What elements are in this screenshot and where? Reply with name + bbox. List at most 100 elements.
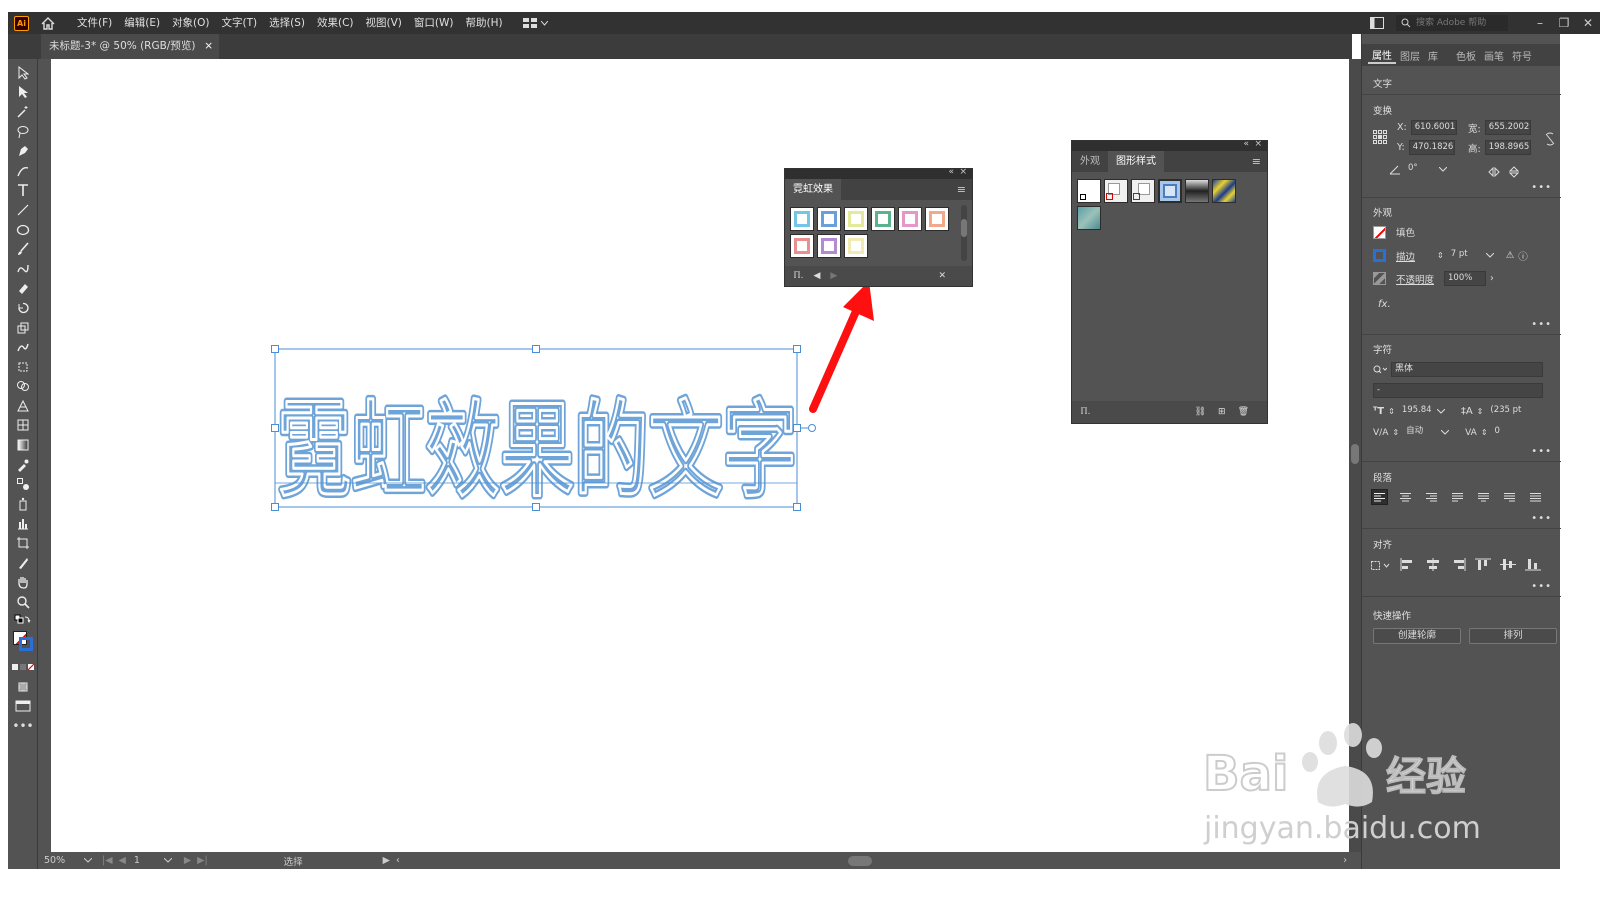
tracking-input[interactable]: 0 <box>1492 425 1528 440</box>
shape-builder-tool[interactable] <box>8 377 38 397</box>
zoom-level[interactable]: 50% <box>44 855 84 866</box>
stroke-color-swatch[interactable] <box>1373 249 1386 262</box>
magic-wand-tool[interactable] <box>8 102 38 122</box>
selection-tool[interactable] <box>8 63 38 83</box>
character-more-options[interactable]: ••• <box>1531 446 1552 457</box>
mesh-tool[interactable] <box>8 416 38 436</box>
menu-object[interactable]: 对象(O) <box>166 12 215 34</box>
scale-tool[interactable] <box>8 318 38 338</box>
reference-point-icon[interactable] <box>1373 130 1387 144</box>
fill-stroke-swatch[interactable] <box>8 631 37 652</box>
font-size-stepper[interactable]: ⇕ <box>1388 407 1395 416</box>
flip-horizontal-icon[interactable] <box>1488 167 1500 177</box>
eyedropper-tool[interactable] <box>8 455 38 475</box>
neon-swatch[interactable] <box>898 207 922 231</box>
tab-swatches[interactable]: 色板 <box>1452 48 1480 63</box>
paintbrush-tool[interactable] <box>8 239 38 259</box>
stroke-weight-stepper[interactable]: ⇕ <box>1437 251 1444 260</box>
neon-swatch[interactable] <box>925 207 949 231</box>
resize-handle[interactable] <box>793 424 801 432</box>
zoom-tool[interactable] <box>8 592 38 612</box>
tab-brushes[interactable]: 画笔 <box>1480 48 1508 63</box>
close-window-button[interactable]: ✕ <box>1576 12 1600 34</box>
align-top-edges-icon[interactable] <box>1475 558 1491 571</box>
font-size-input[interactable]: 195.84 <box>1399 404 1433 419</box>
shaper-tool[interactable] <box>8 259 38 279</box>
resize-handle[interactable] <box>532 503 540 511</box>
justify-center-button[interactable] <box>1475 489 1492 505</box>
menu-help[interactable]: 帮助(H) <box>460 12 509 34</box>
pen-tool[interactable] <box>8 141 38 161</box>
graphic-style-3[interactable] <box>1131 179 1155 203</box>
menu-type[interactable]: 文字(T) <box>216 12 264 34</box>
hand-tool[interactable] <box>8 572 38 592</box>
flip-vertical-icon[interactable] <box>1509 166 1519 178</box>
text-threading-port[interactable] <box>808 424 816 432</box>
scrollbar-thumb[interactable] <box>1351 444 1359 464</box>
home-icon[interactable] <box>39 15 57 31</box>
close-panel-button[interactable]: × <box>1254 139 1262 149</box>
panel-menu-icon[interactable]: ≡ <box>1252 155 1261 168</box>
neon-swatch[interactable] <box>817 207 841 231</box>
line-tool[interactable] <box>8 200 38 220</box>
screen-mode-icon[interactable] <box>8 696 38 716</box>
status-menu-arrow[interactable]: ▶ <box>383 855 390 866</box>
chevron-down-icon[interactable] <box>1441 430 1450 435</box>
type-tool[interactable] <box>8 181 38 201</box>
height-input[interactable]: 198.8965 <box>1484 140 1531 155</box>
chevron-down-icon[interactable] <box>1436 409 1445 414</box>
tab-neon-effects[interactable]: 霓虹效果 <box>785 179 841 200</box>
menu-edit[interactable]: 编辑(E) <box>118 12 166 34</box>
draw-mode-icon[interactable] <box>8 677 38 697</box>
last-artboard-icon[interactable]: ▶| <box>197 855 208 866</box>
create-outlines-button[interactable]: 创建轮廓 <box>1373 628 1461 644</box>
ellipse-tool[interactable] <box>8 220 38 240</box>
tab-graphic-styles[interactable]: 图形样式 <box>1108 151 1164 172</box>
y-position-input[interactable]: 470.1826 <box>1408 140 1455 155</box>
appearance-more-options[interactable]: ••• <box>1531 319 1552 330</box>
align-left-edges-icon[interactable] <box>1400 558 1416 571</box>
menu-file[interactable]: 文件(F) <box>71 12 118 34</box>
font-search-icon[interactable] <box>1373 365 1387 375</box>
opacity-input[interactable]: 100% <box>1444 271 1487 286</box>
align-more-options[interactable]: ••• <box>1531 581 1552 592</box>
align-right-button[interactable] <box>1423 489 1440 505</box>
tab-libraries[interactable]: 库 <box>1424 48 1442 63</box>
scroll-left-arrow[interactable]: ‹ <box>396 855 400 866</box>
align-bottom-edges-icon[interactable] <box>1525 558 1541 571</box>
constrain-proportions-icon[interactable] <box>1544 132 1556 146</box>
rotation-input[interactable]: 0° <box>1405 162 1435 177</box>
blend-tool[interactable] <box>8 474 38 494</box>
document-tab[interactable]: 未标题-3* @ 50% (RGB/预览) × <box>41 34 219 59</box>
lasso-tool[interactable] <box>8 122 38 142</box>
resize-handle[interactable] <box>793 345 801 353</box>
slice-tool[interactable] <box>8 553 38 573</box>
opacity-label[interactable]: 不透明度 <box>1396 272 1434 286</box>
tab-symbols[interactable]: 符号 <box>1508 48 1536 63</box>
prev-artboard-icon[interactable]: ◀ <box>119 855 126 866</box>
break-link-icon[interactable]: ⛓ <box>1195 407 1206 417</box>
color-mode-icons[interactable] <box>8 657 38 677</box>
eraser-tool[interactable] <box>8 279 38 299</box>
free-transform-tool[interactable] <box>8 357 38 377</box>
next-artboard-icon[interactable]: ▶ <box>184 855 191 866</box>
transform-more-options[interactable]: ••• <box>1531 182 1552 193</box>
first-artboard-icon[interactable]: |◀ <box>102 855 113 866</box>
neon-swatch[interactable] <box>871 207 895 231</box>
fill-color-swatch[interactable] <box>1373 225 1386 239</box>
neon-swatch[interactable] <box>844 234 868 258</box>
horizontal-scroll-thumb[interactable] <box>847 855 872 866</box>
stroke-swatch[interactable] <box>19 637 33 652</box>
neon-swatch[interactable] <box>844 207 868 231</box>
tab-properties[interactable]: 属性 <box>1368 47 1396 64</box>
menu-effect[interactable]: 效果(C) <box>311 12 360 34</box>
unlink-icon[interactable]: ✕ <box>938 271 946 281</box>
graphic-style-default[interactable] <box>1077 179 1101 203</box>
graphic-style-2[interactable] <box>1104 179 1128 203</box>
neon-swatch[interactable] <box>790 234 814 258</box>
align-left-button[interactable] <box>1371 489 1388 505</box>
panel-layout-icon[interactable] <box>1370 17 1384 29</box>
menu-window[interactable]: 窗口(W) <box>408 12 460 34</box>
minimize-button[interactable]: – <box>1528 12 1552 34</box>
tab-layers[interactable]: 图层 <box>1396 48 1424 63</box>
